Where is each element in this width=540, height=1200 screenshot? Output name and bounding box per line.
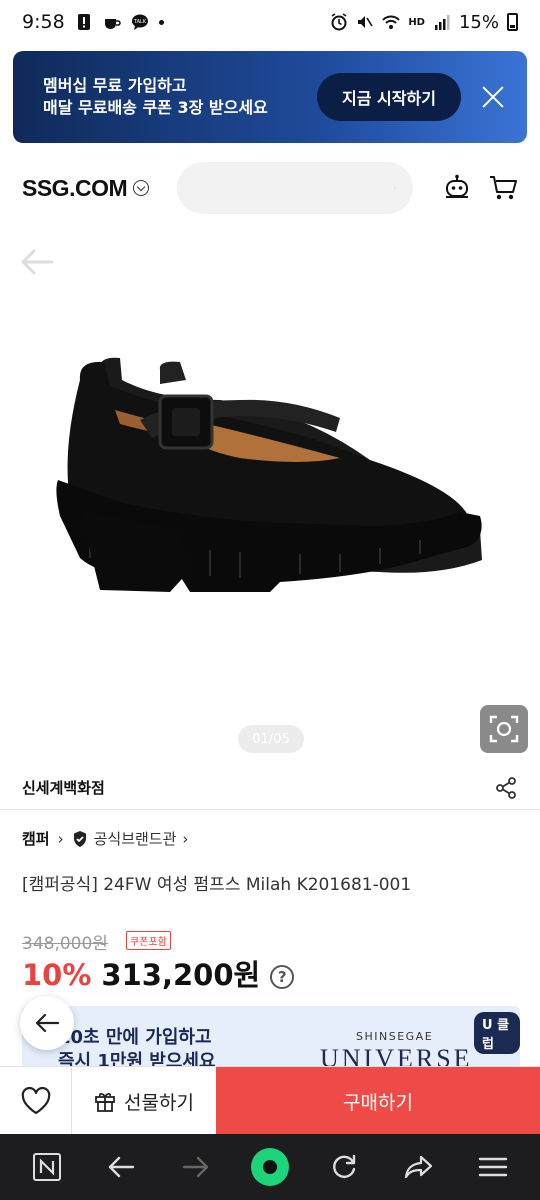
search-icon[interactable] <box>394 175 396 201</box>
sale-price: 313,200원 <box>101 958 261 992</box>
browser-nav-bar <box>0 1134 540 1200</box>
network-type: HD <box>408 16 425 28</box>
menu-button[interactable] <box>469 1143 517 1191</box>
notification-dot <box>158 19 164 25</box>
like-button[interactable] <box>0 1067 72 1135</box>
product-image <box>56 357 483 592</box>
chevron-down-icon[interactable] <box>133 180 150 196</box>
arrow-left-icon[interactable] <box>20 248 54 276</box>
purchase-bar: 선물하기 구매하기 <box>0 1066 540 1135</box>
battery-icon <box>507 13 518 31</box>
brand-row: 캠퍼 › 공식브랜드관 › <box>22 828 188 849</box>
refresh-icon <box>333 1154 356 1178</box>
alarm-icon <box>331 13 347 31</box>
official-brand-label: 공식브랜드관 <box>93 830 177 848</box>
seller-name[interactable]: 신세계백화점 <box>22 777 105 798</box>
naver-home-button[interactable] <box>23 1143 71 1191</box>
refresh-button[interactable] <box>320 1143 368 1191</box>
search-bar[interactable] <box>177 162 414 214</box>
chevron-right-icon: › <box>57 829 64 848</box>
alert-icon <box>77 14 90 30</box>
promo-line1: 멤버십 무료 가입하고 <box>43 76 187 95</box>
official-brand-link[interactable]: 공식브랜드관 › <box>72 828 189 849</box>
image-search-button[interactable] <box>480 705 528 753</box>
floating-back-button[interactable] <box>20 996 74 1050</box>
help-icon[interactable]: ? <box>270 965 295 989</box>
gift-button[interactable]: 선물하기 <box>72 1067 216 1135</box>
battery-percent: 15% <box>458 11 499 33</box>
image-pager: 01/05 <box>238 725 304 753</box>
shield-check-icon <box>73 830 86 847</box>
status-time: 9:58 <box>22 11 65 33</box>
buy-button[interactable]: 구매하기 <box>216 1067 540 1135</box>
cart-icon[interactable] <box>488 174 518 202</box>
ssg-logo[interactable]: SSG.COM <box>22 174 150 202</box>
gift-label: 선물하기 <box>124 1091 194 1114</box>
mute-icon <box>358 16 373 28</box>
start-now-button[interactable]: 지금 시작하기 <box>317 73 461 121</box>
heart-icon <box>21 1087 50 1115</box>
promo-line2: 매달 무료배송 쿠폰 3장 받으세요 <box>43 98 268 117</box>
arrow-left-icon <box>109 1156 135 1178</box>
site-header: SSG.COM <box>0 160 540 216</box>
chevron-right-icon: › <box>182 829 189 848</box>
coupon-included-badge: 쿠폰포함 <box>126 931 171 950</box>
price-row: 10% 313,200원 ? <box>22 952 295 994</box>
universe-line1: 10초 만에 가입하고 <box>58 1027 212 1048</box>
close-icon[interactable] <box>477 81 509 113</box>
universe-club-banner[interactable]: 10초 만에 가입하고 즉시 1만원 받으세요 SHINSEGAE UNIVER… <box>22 1006 520 1070</box>
menu-icon <box>478 1157 508 1177</box>
discount-rate: 10% <box>22 958 92 992</box>
arrow-left-icon <box>35 1013 60 1033</box>
scan-icon <box>489 715 519 743</box>
status-bar: 9:58 TALK HD 15% <box>0 0 540 44</box>
arrow-right-icon <box>182 1156 208 1178</box>
seller-row: 신세계백화점 <box>0 766 540 810</box>
green-dot-button[interactable] <box>246 1143 294 1191</box>
wifi-icon <box>382 15 401 29</box>
forward-button[interactable] <box>172 1143 220 1191</box>
u-club-badge: U 클럽 <box>474 1012 520 1054</box>
promo-text: 멤버십 무료 가입하고 매달 무료배송 쿠폰 3장 받으세요 <box>43 75 268 119</box>
green-dot-icon <box>250 1148 289 1186</box>
brand-link[interactable]: 캠퍼 <box>22 828 50 849</box>
share-button[interactable] <box>395 1143 443 1191</box>
original-price: 348,000원 <box>22 934 108 954</box>
share-icon[interactable] <box>494 776 518 800</box>
naver-icon <box>33 1153 62 1181</box>
membership-promo-banner[interactable]: 멤버십 무료 가입하고 매달 무료배송 쿠폰 3장 받으세요 지금 시작하기 <box>13 51 527 143</box>
back-button[interactable] <box>97 1143 145 1191</box>
gift-icon <box>95 1092 115 1112</box>
shinsegae-label: SHINSEGAE <box>356 1030 434 1043</box>
cup-icon <box>104 19 121 29</box>
signal-icon <box>434 15 450 30</box>
product-title: [캠퍼공식] 24FW 여성 펌프스 Milah K201681-001 <box>22 875 412 895</box>
search-input[interactable] <box>195 179 395 197</box>
robot-assistant-icon[interactable] <box>444 174 470 202</box>
talk-icon: TALK <box>131 14 148 30</box>
universe-banner-text: 10초 만에 가입하고 즉시 1만원 받으세요 <box>58 1026 216 1070</box>
svg-text:TALK: TALK <box>133 19 147 25</box>
share-arrow-icon <box>404 1155 432 1179</box>
logo-text: SSG.COM <box>22 174 128 201</box>
